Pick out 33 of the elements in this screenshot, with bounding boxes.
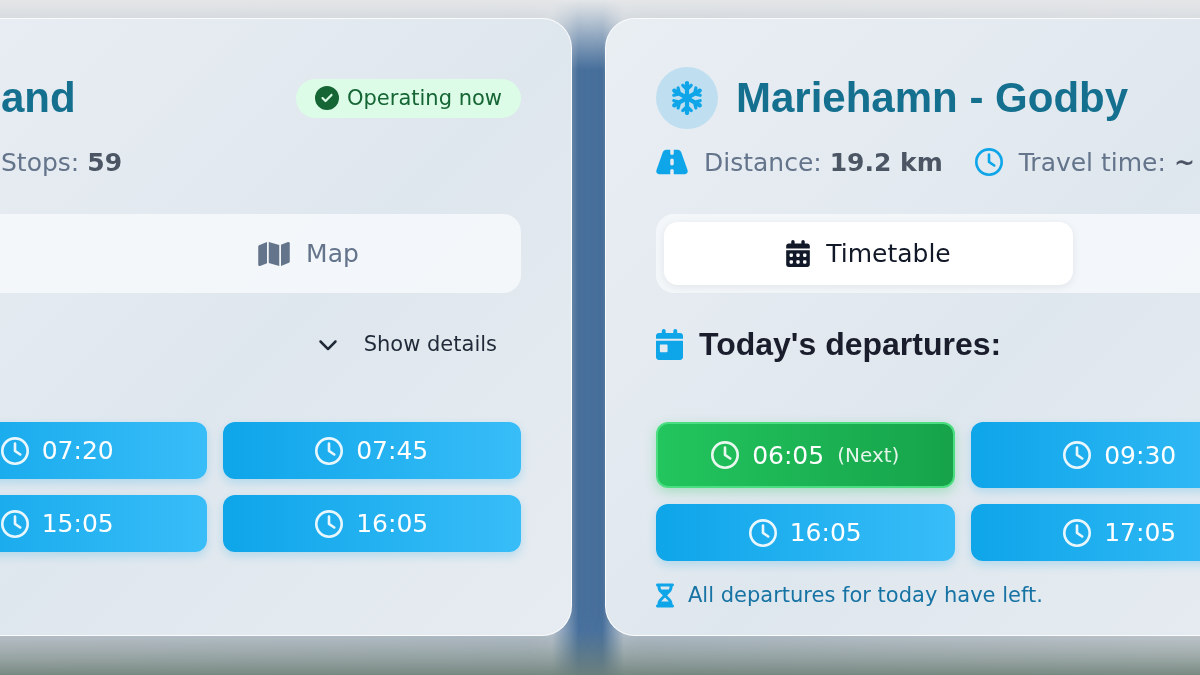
- clock-icon: [0, 436, 29, 465]
- route-title: Mariehamn - Godby: [736, 77, 1129, 119]
- details-toggle[interactable]: Show details: [317, 332, 497, 356]
- route-stat: Stops: 59: [1, 147, 123, 177]
- section-heading: Today's departures:: [699, 325, 1002, 363]
- clock-icon: [1063, 441, 1092, 469]
- clock-icon: [0, 509, 29, 538]
- clock-icon: [711, 441, 740, 469]
- clock-icon: [315, 436, 344, 465]
- departure-button[interactable]: 07:45: [222, 422, 521, 479]
- departure-button[interactable]: 15:05: [0, 495, 207, 552]
- tab[interactable]: Map: [104, 222, 513, 285]
- departure-button[interactable]: 16:05: [222, 495, 521, 552]
- calendar-icon: [786, 240, 811, 267]
- departure-button[interactable]: 07:20: [0, 422, 207, 479]
- clock-icon: [974, 148, 1003, 176]
- route-stat: Distance: 19.2 km: [704, 147, 943, 177]
- route-title: and: [1, 77, 76, 119]
- clock-icon: [748, 518, 777, 547]
- road-icon: [656, 148, 688, 176]
- departure-button[interactable]: 09:30: [970, 422, 1200, 488]
- departure-button[interactable]: 06:05 (Next): [656, 422, 955, 488]
- clock-icon: [1063, 518, 1092, 547]
- status-text: Operating now: [347, 86, 502, 110]
- departure-button[interactable]: 16:05: [656, 504, 955, 561]
- map-icon: [258, 239, 291, 268]
- clock-icon: [315, 509, 344, 538]
- route-stat: Travel time: ~: [1018, 147, 1195, 177]
- calendar-icon: [656, 328, 683, 360]
- departure-button[interactable]: 17:05: [970, 504, 1200, 561]
- tab[interactable]: Timetable: [664, 222, 1073, 285]
- notice-text: All departures for today have left.: [688, 583, 1043, 607]
- hourglass-icon: [656, 582, 674, 608]
